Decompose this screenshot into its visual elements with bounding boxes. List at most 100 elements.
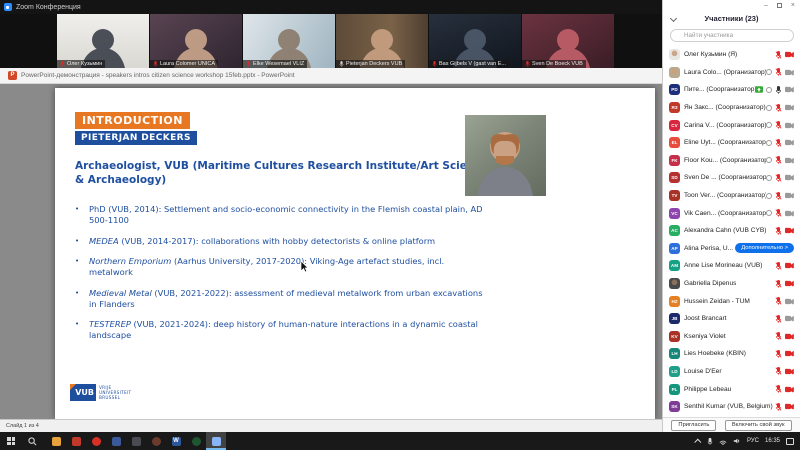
video-tile[interactable]: Sven De Boeck VUB [522, 14, 614, 68]
taskbar-app-button[interactable] [186, 432, 206, 450]
panel-footer: Пригласить Включить свой звук [663, 417, 800, 432]
window-titlebar[interactable]: Zoom Конференция [0, 0, 662, 14]
mic-muted-icon [775, 297, 782, 305]
taskbar-app-button[interactable] [86, 432, 106, 450]
participant-status-icons: Дополнительно > [775, 350, 794, 358]
slide-counter: Слайд 1 из 4 [6, 423, 39, 429]
tray-network-icon[interactable] [719, 437, 727, 445]
mic-muted-icon [775, 51, 782, 59]
bullet-text: Medieval Metal (VUB, 2021-2022): assessm… [89, 288, 485, 310]
participant-row[interactable]: AP Alina Perisa, U... [663, 240, 800, 258]
taskbar-app-button[interactable] [126, 432, 146, 450]
video-tile[interactable]: Laura Colomer UNICA [150, 14, 242, 68]
camera-off-icon [785, 262, 794, 269]
participant-row[interactable]: EL Eline Uyt... (Соорганизатор) [663, 134, 800, 152]
participant-name-label: Sven De Boeck VUB [532, 61, 583, 67]
participant-name-label: Bas Gijbels V (gast van E... [439, 61, 506, 67]
participant-row[interactable]: Олег Кузьмин (Я) [663, 46, 800, 64]
participant-row[interactable]: SD Sven De ... (Соорганизатор) [663, 169, 800, 187]
participant-status-icons: Дополнительно > [735, 243, 794, 253]
taskbar-app-button[interactable] [46, 432, 66, 450]
minimize-icon[interactable]: – [764, 2, 768, 9]
participant-row[interactable]: ЯЗ Ян Закс... (Соорганизатор) [663, 99, 800, 117]
taskbar-search-button[interactable] [22, 432, 42, 450]
participant-row[interactable]: LD Louise D'Eer [663, 363, 800, 381]
participant-row[interactable]: HZ Hussein Zeidan - TUM [663, 292, 800, 310]
participant-row[interactable]: AC Alexandra Cahn (VUB CYB) [663, 222, 800, 240]
participant-row[interactable]: VC Vik Caen... (Соорганизатор) [663, 204, 800, 222]
camera-off-icon [785, 122, 794, 129]
window-title: Zoom Конференция [16, 4, 81, 11]
participant-row[interactable]: CV Carina V... (Соорганизатор) [663, 116, 800, 134]
participant-name: Floor Kou... (Соорганизатор) [684, 157, 766, 164]
participant-name: Vik Caen... (Соорганизатор) [684, 210, 766, 217]
camera-off-icon [785, 368, 794, 375]
presentation-slide: INTRODUCTION PIETERJAN DECKERS Archaeolo… [55, 88, 655, 419]
avatar: CV [669, 120, 680, 131]
avatar: LH [669, 348, 680, 359]
participant-row[interactable]: TV Toon Ver... (Соорганизатор) [663, 187, 800, 205]
hidden-icons-chevron-icon[interactable] [694, 438, 701, 445]
mic-status-icon [246, 61, 251, 67]
zoom-meeting-screen: Zoom Конференция [0, 0, 800, 450]
screen-share-icon [755, 86, 763, 93]
taskbar-app-button[interactable] [66, 432, 86, 450]
participant-row[interactable]: KV Kseniya Violet [663, 328, 800, 346]
participant-name: Philippe Lebeau [684, 386, 731, 393]
avatar: HZ [669, 296, 680, 307]
tray-mic-icon[interactable] [707, 437, 713, 446]
participant-status-icons: Дополнительно > [775, 367, 794, 375]
taskbar-app-button[interactable]: W [166, 432, 186, 450]
video-tile[interactable]: Bas Gijbels V (gast van E... [429, 14, 521, 68]
participant-name: Laura Colo... (Организатор) [684, 69, 766, 76]
participant-row[interactable]: PL Philippe Lebeau [663, 380, 800, 398]
participant-name: Alina Perisa, U... [684, 245, 733, 252]
tray-volume-icon[interactable] [733, 437, 741, 445]
clock[interactable]: 16:35 [765, 438, 780, 444]
more-button[interactable]: Дополнительно > [735, 243, 794, 253]
participant-row[interactable]: PD Пите... (Соорганизатор) [663, 81, 800, 99]
video-strip: Олег Кузьмин [0, 14, 662, 68]
maximize-icon[interactable] [777, 3, 782, 8]
participant-row[interactable]: Gabriella Dipenus [663, 275, 800, 293]
participant-row[interactable]: Laura Colo... (Организатор) [663, 64, 800, 82]
clock-icon [766, 122, 772, 128]
language-indicator[interactable]: РУС [747, 438, 759, 444]
participant-row[interactable]: AM Anne Lise Morineau (VUB) [663, 257, 800, 275]
mouse-cursor [300, 260, 309, 273]
taskbar-app-button[interactable] [106, 432, 126, 450]
participant-row[interactable]: LH Lies Hoebeke (KBIN) [663, 345, 800, 363]
bullet-dot-icon: • [75, 256, 89, 278]
video-name-label: Олег Кузьмин [57, 60, 105, 68]
clock-icon [766, 105, 772, 111]
app-icon [52, 437, 61, 446]
participant-row[interactable]: SK Senthil Kumar (VUB, Belgium) [663, 398, 800, 416]
taskbar-app-button[interactable] [206, 432, 226, 450]
search-input[interactable] [670, 29, 794, 42]
participant-status-icons: Дополнительно > [775, 332, 794, 340]
clock-icon [766, 193, 772, 199]
participant-row[interactable]: FK Floor Kou... (Соорганизатор) [663, 152, 800, 170]
close-icon[interactable]: × [791, 2, 795, 9]
camera-off-icon [785, 51, 794, 58]
invite-button[interactable]: Пригласить [671, 420, 716, 431]
participant-row[interactable]: JB Joost Brancart [663, 310, 800, 328]
start-button[interactable] [0, 432, 22, 450]
mic-status-icon [432, 61, 437, 67]
video-tile[interactable]: Pieterjan Deckers VUB [336, 14, 428, 68]
avatar: PD [669, 84, 680, 95]
participant-name-label: Laura Colomer UNICA [160, 61, 215, 67]
avatar [669, 67, 680, 78]
avatar: VC [669, 208, 680, 219]
taskbar-app-button[interactable] [146, 432, 166, 450]
participant-status-icons: Дополнительно > [775, 280, 794, 288]
slide-bullet: • TESTEREP (VUB, 2021-2024): deep histor… [75, 319, 485, 341]
video-tile[interactable]: Олег Кузьмин [57, 14, 149, 68]
action-center-icon[interactable] [786, 438, 794, 445]
video-tile[interactable]: Elke Wesemael VLIZ [243, 14, 335, 68]
camera-off-icon [785, 315, 794, 322]
unmute-button[interactable]: Включить свой звук [725, 420, 792, 431]
participants-list: Олег Кузьмин (Я) [663, 46, 800, 417]
bullet-dot-icon: • [75, 204, 89, 226]
participant-name: Hussein Zeidan - TUM [684, 298, 750, 305]
